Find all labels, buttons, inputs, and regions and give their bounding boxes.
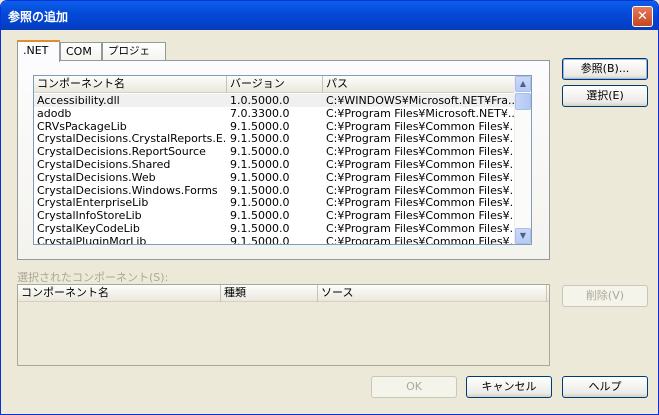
selected-components-list[interactable]: コンポーネント名 種類 ソース: [17, 284, 550, 366]
version-cell: 7.0.3300.0: [230, 106, 290, 120]
path-cell: C:¥Program Files¥Common Files¥...: [326, 222, 515, 235]
column-header-source[interactable]: ソース: [318, 285, 547, 302]
version-cell: 9.1.5000.0: [230, 183, 290, 197]
selected-components-label: 選択されたコンポーネント(S):: [17, 271, 169, 284]
version-cell: 9.1.5000.0: [230, 119, 290, 133]
version-cell: 9.1.5000.0: [230, 158, 290, 171]
list-item[interactable]: CRVsPackageLib 9.1.5000.0 C:¥Program Files…: [34, 120, 515, 133]
version-cell: 9.1.5000.0: [230, 209, 290, 223]
vertical-scrollbar[interactable]: ▲ ▼: [514, 76, 531, 244]
component-name-cell: CrystalDecisions.ReportSource: [37, 145, 206, 159]
path-cell: C:¥Program Files¥Common Files¥...: [326, 145, 515, 159]
path-cell: C:¥WINDOWS¥Microsoft.NET¥Fra...: [326, 94, 515, 107]
list-item[interactable]: CrystalDecisions.ReportSource 9.1.5000.0 C…: [34, 145, 515, 158]
component-name-cell: CrystalInfoStoreLib: [37, 209, 142, 223]
component-name-cell: CrystalKeyCodeLib: [37, 222, 140, 235]
path-cell: C:¥Program Files¥Common Files¥...: [326, 209, 515, 223]
list-item[interactable]: CrystalEnterpriseLib 9.1.5000.0 C:¥Program…: [34, 196, 515, 209]
path-cell: C:¥Program Files¥Common Files¥...: [326, 158, 515, 171]
component-name-cell: CrystalDecisions.Web: [37, 170, 156, 184]
list-item[interactable]: CrystalDecisions.Windows.Forms 9.1.5000.0…: [34, 184, 515, 197]
tab-dotnet[interactable]: .NET: [17, 40, 60, 62]
component-name-cell: CrystalDecisions.Windows.Forms: [37, 183, 218, 197]
list-item[interactable]: CrystalDecisions.Shared 9.1.5000.0 C:¥Prog…: [34, 158, 515, 171]
selected-list-header: コンポーネント名 種類 ソース: [18, 285, 549, 302]
list-item[interactable]: CrystalDecisions.CrystalReports.E... 9.1.…: [34, 132, 515, 145]
version-cell: 9.1.5000.0: [230, 145, 290, 159]
select-button[interactable]: 選択(E): [562, 85, 648, 107]
column-header-version[interactable]: バージョン: [227, 76, 323, 93]
scroll-down-icon[interactable]: ▼: [515, 228, 531, 244]
dialog-title: 参照の追加: [8, 10, 69, 24]
component-list[interactable]: コンポーネント名 バージョン パス Accessibility.dll 1.0.5…: [33, 75, 532, 245]
list-item[interactable]: CrystalDecisions.Web 9.1.5000.0 C:¥Program…: [34, 171, 515, 184]
tab-project[interactable]: プロジェクト: [102, 42, 166, 74]
path-cell: C:¥Program Files¥Common Files¥...: [326, 234, 515, 245]
component-name-cell: CrystalDecisions.Shared: [37, 158, 171, 171]
component-name-cell: CRVsPackageLib: [37, 119, 127, 133]
help-button[interactable]: ヘルプ: [562, 376, 648, 398]
component-name-cell: Accessibility.dll: [37, 94, 120, 107]
list-item[interactable]: Accessibility.dll 1.0.5000.0 C:¥WINDOWS¥Mi…: [34, 94, 515, 107]
column-header-name[interactable]: コンポーネント名: [34, 76, 227, 93]
component-name-cell: CrystalEnterpriseLib: [37, 196, 149, 210]
list-item[interactable]: CrystalKeyCodeLib 9.1.5000.0 C:¥Program Fi…: [34, 222, 515, 235]
remove-button[interactable]: 削除(V): [562, 285, 648, 307]
component-name-cell: adodb: [37, 106, 72, 120]
column-header-path[interactable]: パス: [323, 76, 515, 93]
ok-button[interactable]: OK: [371, 376, 457, 398]
cancel-button[interactable]: キャンセル: [466, 376, 552, 398]
path-cell: C:¥Program Files¥Common Files¥...: [326, 132, 515, 146]
column-header-name[interactable]: コンポーネント名: [18, 285, 221, 302]
path-cell: C:¥Program Files¥Common Files¥...: [326, 183, 515, 197]
add-reference-dialog: 参照の追加 ✕ .NET COM プロジェクト コンポーネント名 バージョン パ…: [0, 0, 659, 415]
title-bar[interactable]: 参照の追加 ✕: [1, 1, 658, 30]
scroll-up-icon[interactable]: ▲: [515, 76, 531, 92]
list-item[interactable]: CrystalPluginMgrLib 9.1.5000.0 C:¥Program …: [34, 234, 515, 245]
version-cell: 9.1.5000.0: [230, 132, 290, 146]
path-cell: C:¥Program Files¥Common Files¥...: [326, 119, 515, 133]
version-cell: 9.1.5000.0: [230, 196, 290, 210]
component-name-cell: CrystalDecisions.CrystalReports.E...: [37, 132, 227, 146]
version-cell: 9.1.5000.0: [230, 170, 290, 184]
scroll-thumb[interactable]: [515, 93, 531, 110]
path-cell: C:¥Program Files¥Common Files¥...: [326, 170, 515, 184]
close-icon[interactable]: ✕: [632, 6, 653, 27]
version-cell: 9.1.5000.0: [230, 234, 290, 245]
tab-panel: コンポーネント名 バージョン パス Accessibility.dll 1.0.5…: [17, 60, 550, 260]
column-header-type[interactable]: 種類: [221, 285, 318, 302]
tab-com[interactable]: COM: [60, 42, 102, 61]
path-cell: C:¥Program Files¥Common Files¥...: [326, 196, 515, 210]
list-item[interactable]: adodb 7.0.3300.0 C:¥Program Files¥Microsof…: [34, 107, 515, 120]
browse-button[interactable]: 参照(B)...: [562, 58, 648, 80]
list-header: コンポーネント名 バージョン パス: [34, 76, 515, 93]
version-cell: 9.1.5000.0: [230, 222, 290, 235]
path-cell: C:¥Program Files¥Microsoft.NET¥...: [326, 106, 515, 120]
list-item[interactable]: CrystalInfoStoreLib 9.1.5000.0 C:¥Program …: [34, 209, 515, 222]
version-cell: 1.0.5000.0: [230, 94, 290, 107]
component-name-cell: CrystalPluginMgrLib: [37, 234, 147, 245]
